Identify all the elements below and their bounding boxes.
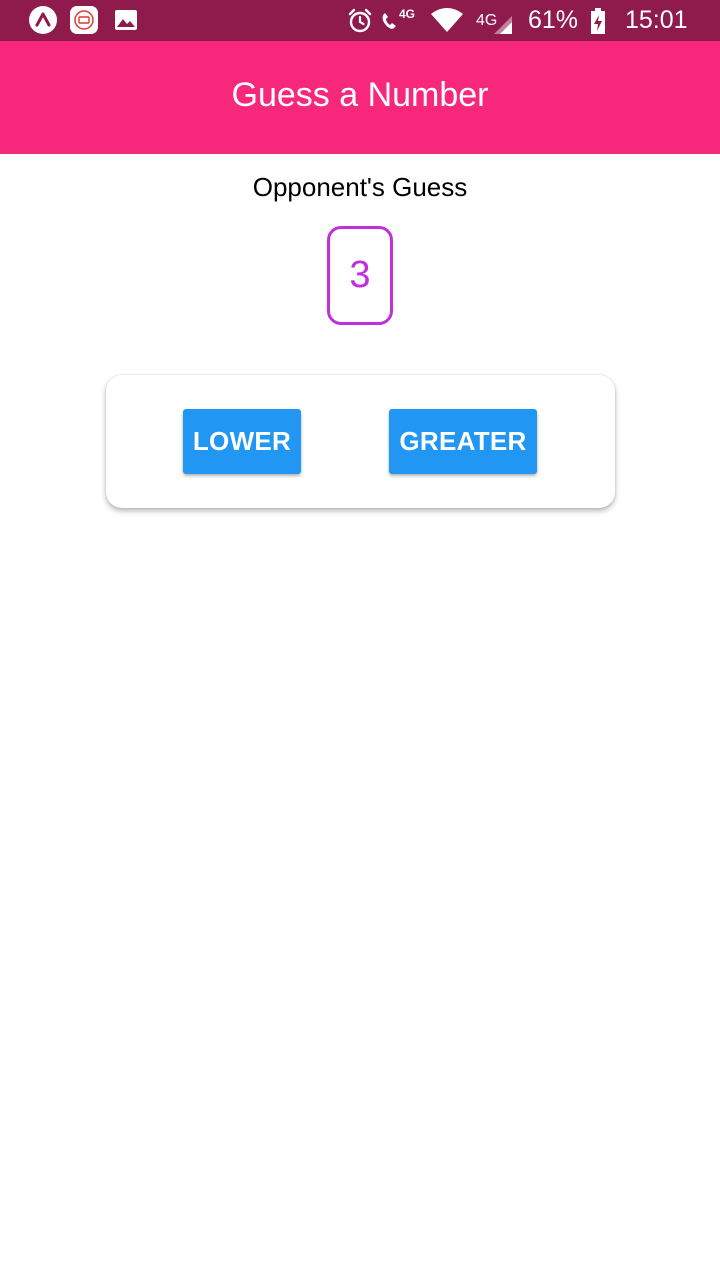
clock-time: 15:01 — [625, 6, 688, 34]
opponent-guess-label: Opponent's Guess — [252, 172, 468, 202]
guess-number-value: 3 — [349, 254, 371, 296]
wifi-icon — [430, 0, 464, 41]
call-4g-icon: 4G — [379, 0, 415, 41]
button-card: LOWER GREATER — [106, 375, 615, 508]
mi-icon — [70, 6, 98, 34]
greater-button-label: GREATER — [399, 426, 527, 456]
status-bar: 4G 4G 61% 15:01 — [0, 0, 720, 41]
guess-number-box: 3 — [327, 226, 393, 325]
page-title: Guess a Number — [231, 76, 489, 114]
screen: 4G 4G 61% 15:01 Guess a Number Opponent'… — [0, 0, 720, 1280]
battery-percent: 61% — [528, 6, 579, 34]
lower-button-label: LOWER — [192, 426, 292, 456]
greater-button[interactable]: GREATER — [389, 409, 537, 474]
image-icon — [112, 6, 140, 34]
signal-4g-icon — [492, 0, 514, 41]
expo-icon — [29, 6, 57, 34]
volte-label: 4G — [399, 6, 416, 21]
lower-button[interactable]: LOWER — [183, 409, 301, 474]
alarm-icon — [347, 0, 373, 41]
battery-charging-icon — [590, 0, 606, 41]
app-header: Guess a Number — [0, 41, 720, 154]
status-icons: 4G 4G 61% 15:01 — [320, 0, 720, 41]
